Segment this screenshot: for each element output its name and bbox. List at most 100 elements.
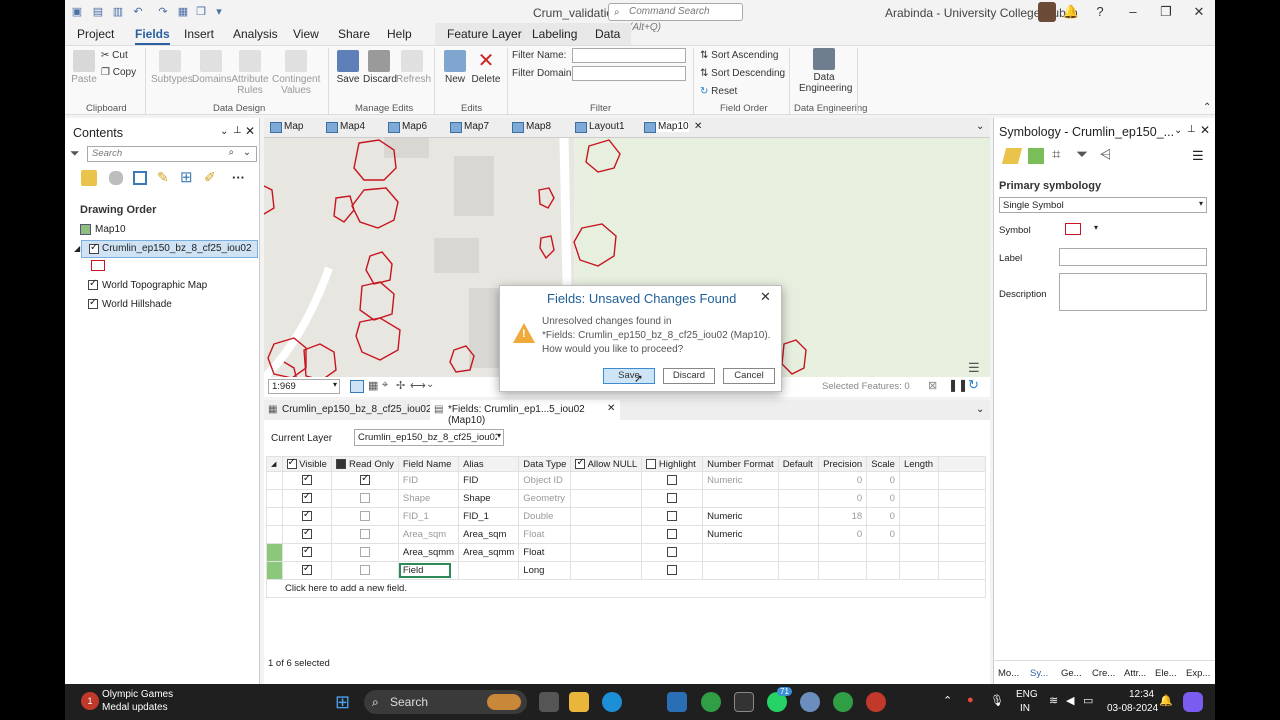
pane-options-icon[interactable]: ⌄ <box>1174 125 1182 136</box>
visible-checkbox[interactable] <box>301 563 312 576</box>
clock-time[interactable]: 12:34 <box>1129 689 1154 700</box>
field-row[interactable]: FIDFIDObject IDNumeric00 <box>266 471 986 490</box>
attribute-rules-button[interactable]: Attribute Rules <box>231 50 269 96</box>
tab-modify[interactable]: Mo... <box>998 668 1019 679</box>
length-cell[interactable] <box>898 507 940 526</box>
readonly-checkbox-cell[interactable] <box>331 489 399 508</box>
visible-checkbox[interactable] <box>301 509 312 522</box>
field-name-cell[interactable]: FID_1 <box>397 507 460 526</box>
number-format-cell[interactable] <box>702 543 779 562</box>
length-cell[interactable] <box>898 489 940 508</box>
highlight-all-checkbox[interactable] <box>646 458 657 469</box>
length-cell[interactable] <box>898 471 940 490</box>
readonly-checkbox[interactable] <box>360 529 371 540</box>
data-source-icon[interactable] <box>109 171 123 185</box>
language-region[interactable]: IN <box>1020 703 1030 714</box>
alias-cell[interactable]: Area_sqmm <box>458 543 520 562</box>
visible-checkbox-cell[interactable] <box>281 507 333 526</box>
visible-checkbox-cell[interactable] <box>281 471 333 490</box>
column-header-length[interactable]: Length <box>898 456 940 472</box>
visible-checkbox-cell[interactable] <box>281 561 333 580</box>
save-project-icon[interactable]: ▥ <box>112 6 124 18</box>
add-icon[interactable]: ✢ <box>396 379 405 392</box>
polygon-symbol-swatch[interactable] <box>91 260 105 271</box>
visible-checkbox[interactable] <box>301 473 312 486</box>
field-row[interactable]: ShapeShapeGeometry00 <box>266 489 986 508</box>
number-format-cell[interactable]: Numeric <box>702 471 779 490</box>
new-project-icon[interactable]: ▣ <box>71 6 83 18</box>
recorder-icon[interactable] <box>866 692 886 712</box>
precision-cell[interactable]: 0 <box>818 471 868 490</box>
chrome-icon[interactable] <box>701 692 721 712</box>
readonly-checkbox[interactable] <box>360 473 371 486</box>
allow-null-cell[interactable] <box>570 525 643 544</box>
data-type-cell[interactable]: Float <box>518 525 572 544</box>
highlight-checkbox-cell[interactable] <box>641 525 704 544</box>
close-tab-icon[interactable]: ✕ <box>607 403 615 414</box>
measure-icon[interactable]: ⟷ <box>410 379 426 392</box>
navigate-icon[interactable]: ⌖ <box>382 379 388 392</box>
length-cell[interactable] <box>898 561 940 580</box>
column-header-field-name[interactable]: Field Name <box>397 456 460 472</box>
tab-export[interactable]: Exp... <box>1186 668 1210 679</box>
scale-cell[interactable]: 0 <box>866 489 900 508</box>
tab-view[interactable]: View <box>293 27 319 41</box>
default-cell[interactable] <box>777 489 820 508</box>
column-header-data-type[interactable]: Data Type <box>518 456 572 472</box>
domains-button[interactable]: Domains <box>192 50 231 85</box>
vary-symbology-icon[interactable] <box>1028 148 1044 164</box>
label-input[interactable] <box>1059 248 1207 266</box>
field-row[interactable]: Field Long <box>266 561 986 580</box>
readonly-checkbox[interactable] <box>360 493 371 504</box>
highlight-checkbox-cell[interactable] <box>641 561 704 580</box>
avatar[interactable] <box>1038 2 1056 22</box>
grid-icon[interactable]: ▦ <box>177 6 189 18</box>
default-cell[interactable] <box>777 507 820 526</box>
start-icon[interactable]: ⊞ <box>335 692 355 712</box>
tab-data[interactable]: Data <box>595 27 620 41</box>
alias-cell[interactable]: Shape <box>458 489 520 508</box>
data-engineering-button[interactable]: Data Engineering <box>799 48 852 94</box>
tab-insert[interactable]: Insert <box>184 27 214 41</box>
precision-cell[interactable]: 0 <box>818 525 868 544</box>
field-row[interactable]: FID_1FID_1DoubleNumeric180 <box>266 507 986 526</box>
editing-icon[interactable]: ✎ <box>157 169 169 186</box>
drawing-order-icon[interactable] <box>81 170 97 186</box>
collapse-ribbon-icon[interactable]: ⌃ <box>1203 102 1211 113</box>
close-icon[interactable]: ✕ <box>1189 4 1209 20</box>
allow-null-all-checkbox[interactable] <box>575 458 586 469</box>
highlight-checkbox-cell[interactable] <box>641 471 704 490</box>
symbol-layer-icon[interactable]: ⌗ <box>1052 146 1060 163</box>
visible-all-checkbox[interactable] <box>286 458 297 469</box>
column-header-read-only[interactable]: Read Only <box>331 456 399 472</box>
column-header-number-format[interactable]: Number Format <box>702 456 779 472</box>
readonly-checkbox-cell[interactable] <box>331 543 399 562</box>
chevron-down-icon[interactable]: ⌄ <box>243 147 251 158</box>
highlight-checkbox-cell[interactable] <box>641 543 704 562</box>
highlight-checkbox-cell[interactable] <box>641 489 704 508</box>
filter-icon[interactable]: ⏷ <box>1076 146 1088 163</box>
labeling-icon[interactable]: ✐ <box>204 169 216 186</box>
sort-descending-button[interactable]: ⇅ Sort Descending <box>700 68 785 79</box>
primary-symbology-icon[interactable] <box>1001 148 1023 164</box>
number-format-cell[interactable] <box>702 561 779 580</box>
scale-cell[interactable]: 0 <box>866 525 900 544</box>
minimize-icon[interactable]: – <box>1123 4 1143 19</box>
tab-map4[interactable]: Map4 <box>326 121 365 133</box>
add-field-cell[interactable]: Click here to add a new field. <box>266 579 986 598</box>
readonly-checkbox-cell[interactable] <box>331 507 399 526</box>
discard-button[interactable]: Discard <box>663 368 715 384</box>
data-type-cell[interactable]: Double <box>518 507 572 526</box>
readonly-all-checkbox[interactable] <box>336 458 347 469</box>
tab-share[interactable]: Share <box>338 27 370 41</box>
refresh-icon[interactable]: ↻ <box>968 377 979 393</box>
terminal-icon[interactable] <box>734 692 754 712</box>
tab-layout1[interactable]: Layout1 <box>575 121 625 133</box>
highlight-checkbox-cell[interactable] <box>641 507 704 526</box>
alias-cell[interactable]: FID <box>458 471 520 490</box>
default-cell[interactable] <box>777 525 820 544</box>
description-input[interactable] <box>1059 273 1207 311</box>
delete-field-button[interactable]: ✕ Delete <box>471 50 501 85</box>
expand-icon[interactable]: ◢ <box>74 244 80 253</box>
visible-checkbox[interactable] <box>301 527 312 540</box>
